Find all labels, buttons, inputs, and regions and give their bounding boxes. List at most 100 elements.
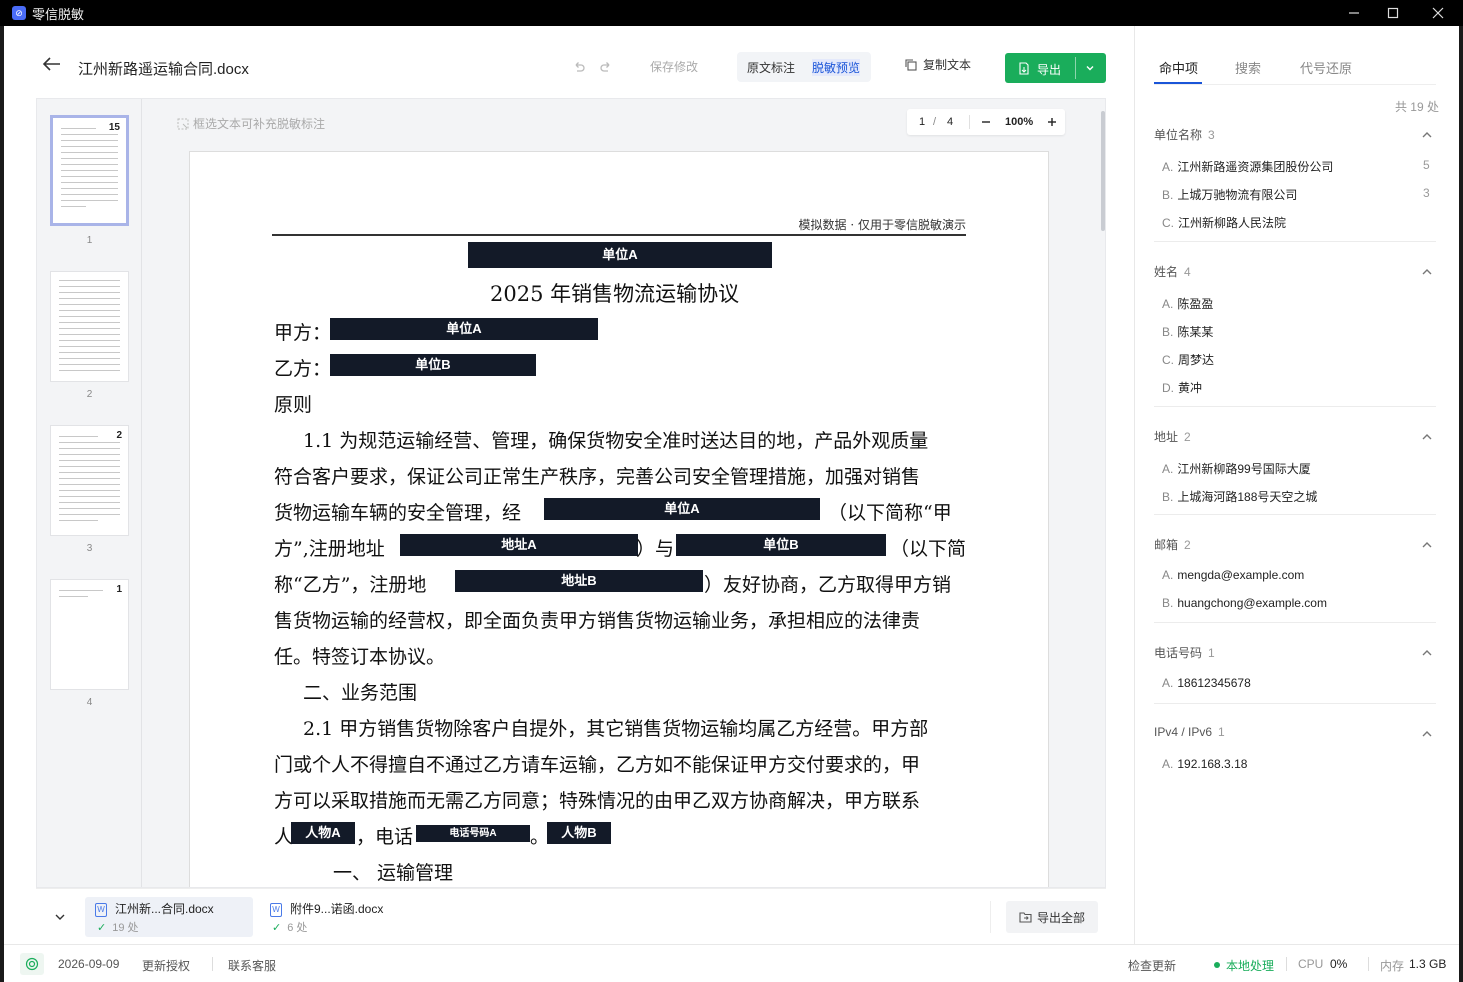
hit-item[interactable]: A. 陈盈盈: [1162, 295, 1213, 312]
redo-icon[interactable]: [599, 60, 613, 74]
body-line: 称“乙方”，注册地: [274, 574, 427, 596]
hit-item[interactable]: B. 上城万驰物流有限公司: [1162, 186, 1297, 203]
body-line: 方”,注册地址: [274, 538, 385, 560]
body-line: 货物运输车辆的安全管理，经: [274, 502, 522, 524]
signal-icon: [25, 957, 39, 971]
redaction-unit-b[interactable]: 单位B: [676, 534, 886, 556]
chevron-up-icon[interactable]: [1421, 728, 1433, 740]
file-tab[interactable]: W 附件9...诺函.docx ✓ 6 处: [260, 897, 410, 937]
undo-icon[interactable]: [572, 60, 586, 74]
export-divider: [1075, 57, 1076, 79]
tab-hits[interactable]: 命中项: [1159, 58, 1198, 77]
hit-item[interactable]: B. 上城海河路188号天空之城: [1162, 488, 1317, 505]
hit-item-count: 5: [1423, 158, 1430, 172]
section-heading: 原则: [274, 394, 313, 416]
redaction-phone-a[interactable]: 电话号码A: [416, 825, 530, 842]
party-b-label: 乙方：: [274, 358, 332, 380]
status-date: 2026-09-09: [58, 957, 120, 971]
chevron-up-icon[interactable]: [1421, 431, 1433, 443]
chevron-up-icon[interactable]: [1421, 266, 1433, 278]
hit-item[interactable]: B. huangchong@example.com: [1162, 596, 1327, 610]
check-icon: ✓: [97, 922, 107, 934]
minimize-button[interactable]: [1334, 0, 1374, 26]
thumbnail-page-3[interactable]: 2: [50, 425, 129, 536]
zoom-out-icon[interactable]: [981, 117, 991, 127]
redaction-person-a[interactable]: 人物A: [291, 822, 355, 844]
title-bar: ⊘ 零信脱敏: [0, 0, 1463, 26]
hit-item[interactable]: D. 黄冲: [1162, 379, 1202, 396]
zoom-in-icon[interactable]: [1047, 117, 1057, 127]
redaction-unit-b[interactable]: 单位B: [330, 354, 536, 376]
cpu-label: CPU: [1298, 957, 1324, 971]
minimize-icon: [1349, 12, 1359, 14]
contact-support-link[interactable]: 联系客服: [228, 957, 276, 974]
hit-item[interactable]: A. mengda@example.com: [1162, 568, 1304, 582]
memory-value: 1.3 GB: [1409, 957, 1447, 971]
vertical-scrollbar[interactable]: [1101, 111, 1105, 231]
redaction-address-b[interactable]: 地址B: [455, 570, 703, 592]
view-mode-toggle: 原文标注 脱敏预览: [737, 52, 871, 82]
back-arrow-icon[interactable]: [42, 56, 62, 72]
file-hit-count: ✓ 6 处: [272, 922, 308, 934]
redaction-unit-a[interactable]: 单位A: [330, 318, 598, 340]
chevron-up-icon[interactable]: [1421, 647, 1433, 659]
thumbnail-page-4[interactable]: 1: [50, 579, 129, 690]
hit-item[interactable]: A. 江州新路遥资源集团股份公司: [1162, 158, 1333, 175]
copy-text-button[interactable]: 复制文本: [904, 56, 971, 73]
thumb-number: 3: [86, 543, 93, 554]
close-button[interactable]: [1418, 0, 1458, 26]
tab-search[interactable]: 搜索: [1235, 58, 1261, 77]
hit-group-title[interactable]: 单位名称 3: [1154, 126, 1215, 143]
export-button[interactable]: 导出: [1005, 53, 1106, 83]
word-file-icon: W: [270, 903, 282, 917]
redaction-address-a[interactable]: 地址A: [400, 534, 638, 556]
hit-item[interactable]: A. 江州新柳路99号国际大厦: [1162, 460, 1311, 477]
hit-item[interactable]: A. 18612345678: [1162, 676, 1251, 690]
view-original-tab[interactable]: 原文标注: [747, 59, 795, 76]
thumb-number: 4: [86, 697, 93, 708]
check-icon: ✓: [272, 922, 282, 934]
chevron-up-icon[interactable]: [1421, 129, 1433, 141]
hit-item[interactable]: A. 192.168.3.18: [1162, 757, 1247, 771]
thumb-hit-badge: 2: [116, 430, 122, 441]
chevron-up-icon[interactable]: [1421, 539, 1433, 551]
check-update-link[interactable]: 检查更新: [1128, 957, 1176, 974]
hits-sidebar: 命中项 搜索 代号还原 共 19 处 单位名称 3 A. 江州新路遥资源集团股份公司 5…: [1134, 26, 1459, 944]
select-text-icon: [177, 118, 189, 129]
hit-item[interactable]: C. 江州新柳路人民法院: [1162, 214, 1286, 231]
hit-group-title[interactable]: 电话号码 1: [1154, 644, 1215, 661]
app-logo-icon: ⊘: [12, 6, 26, 20]
maximize-button[interactable]: [1373, 0, 1413, 26]
group-divider: [1154, 241, 1436, 242]
file-tab-bar: W 江州新...合同.docx ✓ 19 处 W 附件9...诺函.docx ✓ 6…: [36, 888, 1106, 942]
export-all-label: 导出全部: [1036, 910, 1085, 925]
chevron-down-icon[interactable]: [54, 911, 66, 923]
thumbnail-page-2[interactable]: [50, 271, 129, 382]
hit-group-title[interactable]: 姓名 4: [1154, 263, 1191, 280]
chevron-down-icon[interactable]: [1085, 63, 1095, 73]
redaction-person-b[interactable]: 人物B: [547, 822, 611, 844]
thumbnail-page-1[interactable]: 15: [50, 115, 129, 226]
redaction-unit-a[interactable]: 单位A: [544, 498, 820, 520]
hit-item[interactable]: B. 陈某某: [1162, 323, 1213, 340]
hint-text: 框选文本可补充脱敏标注: [193, 117, 326, 131]
page-total: 4: [947, 116, 954, 128]
save-button[interactable]: 保存修改: [650, 58, 698, 75]
tab-code-restore[interactable]: 代号还原: [1300, 58, 1352, 77]
page-current[interactable]: 1: [919, 116, 925, 128]
export-all-button[interactable]: 导出全部: [1006, 901, 1098, 933]
export-label: 导出: [1037, 63, 1062, 77]
folder-export-icon: [1019, 912, 1032, 923]
zoom-level: 100%: [1005, 116, 1034, 128]
hit-group-title[interactable]: IPv4 / IPv6 1: [1154, 725, 1225, 739]
redaction-unit-a[interactable]: 单位A: [468, 242, 772, 268]
app-title: 零信脱敏: [32, 6, 85, 22]
update-license-link[interactable]: 更新授权: [142, 957, 190, 974]
view-preview-tab[interactable]: 脱敏预览: [812, 59, 861, 76]
word-file-icon: W: [95, 903, 107, 917]
file-tab-active[interactable]: W 江州新...合同.docx ✓ 19 处: [85, 897, 253, 937]
hit-item[interactable]: C. 周梦达: [1162, 351, 1214, 368]
hit-group-title[interactable]: 邮箱 2: [1154, 536, 1191, 553]
hit-group-title[interactable]: 地址 2: [1154, 428, 1191, 445]
group-divider: [1154, 514, 1436, 515]
